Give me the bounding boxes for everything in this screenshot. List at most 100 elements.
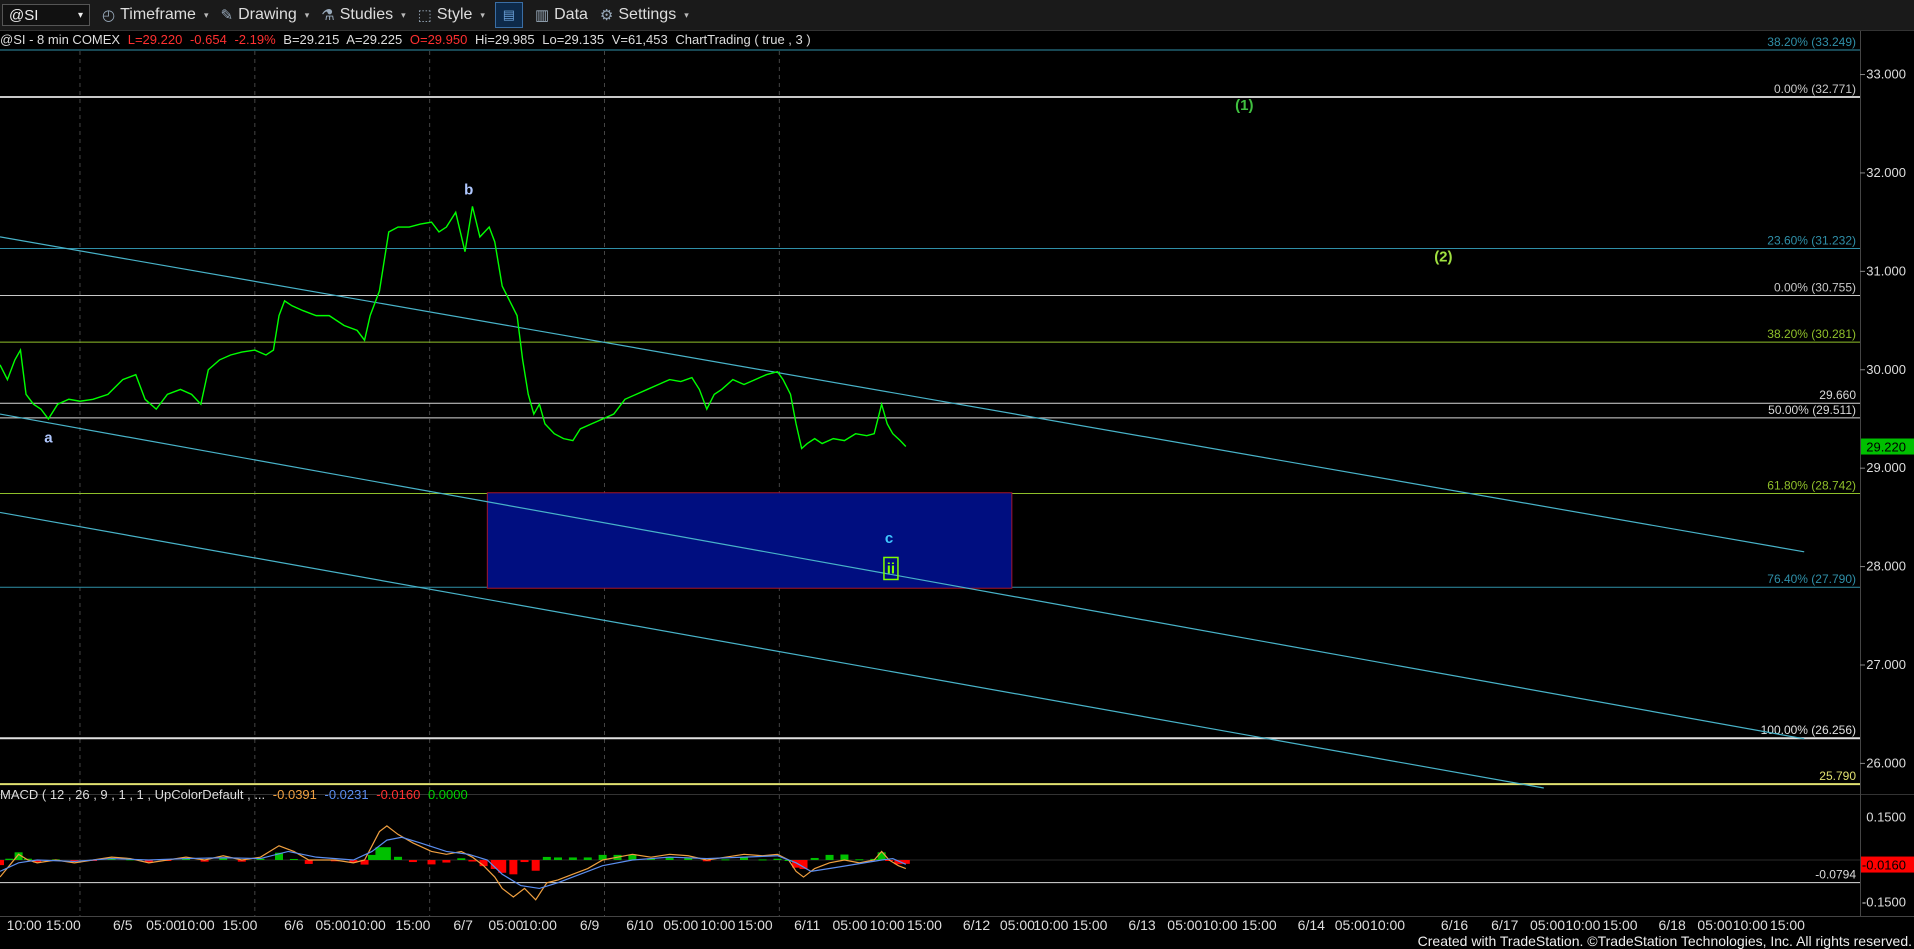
x-axis-tick-label: 10:00 [180, 917, 215, 933]
x-axis-tick-label: 10:00 [1565, 917, 1600, 933]
fib-level-label: 38.20% (33.249) [1767, 35, 1856, 49]
wave-label: a [44, 430, 53, 447]
layout-toggle-button[interactable]: ▤ [494, 2, 523, 28]
chevron-down-icon: ▾ [401, 9, 406, 20]
x-axis-tick-label: 15:00 [1242, 917, 1277, 933]
macd-histogram-bar [840, 854, 849, 860]
x-axis-tick-label: 6/6 [284, 917, 304, 933]
high-price: Hi=29.985 [474, 32, 535, 47]
macd-histogram-bar [758, 859, 767, 861]
x-axis-tick-label: 15:00 [222, 917, 257, 933]
chevron-down-icon: ▾ [304, 9, 310, 20]
x-axis-tick-label: 05:00 [315, 917, 350, 933]
macd-histogram-bar [5, 858, 14, 860]
drawing-menu[interactable]: ✎ Drawing ▾ [220, 6, 309, 24]
x-axis-tick-label: 10:00 [7, 917, 42, 933]
x-axis-tick-label: 10:00 [700, 917, 735, 933]
x-axis-tick-label: 6/13 [1128, 917, 1155, 933]
target-zone-box [486, 492, 1013, 589]
macd-histogram-bar [382, 847, 391, 860]
macd-histogram-bar [520, 860, 529, 863]
x-axis-tick-label: 15:00 [395, 917, 430, 933]
timeframe-label: Timeframe [120, 6, 196, 23]
y-axis-tick-label: 28.000 [1866, 559, 1906, 574]
clock-icon: ◴ [102, 7, 116, 24]
x-axis-tick-label: 05:00 [832, 917, 867, 933]
bid-price: B=29.215 [283, 32, 340, 47]
studies-label: Studies [339, 6, 394, 23]
macd-signal-line [0, 836, 907, 890]
x-axis-tick-label: 10:00 [870, 917, 905, 933]
macd-histogram-bar [568, 857, 577, 860]
timeframe-menu[interactable]: ◴ Timeframe ▾ [102, 6, 208, 24]
macd-histogram-bar [289, 858, 298, 860]
drawing-label: Drawing [238, 6, 297, 23]
x-axis-tick-label: 6/12 [963, 917, 990, 933]
x-axis-tick-label: 6/17 [1491, 917, 1518, 933]
chevron-down-icon: ▾ [480, 9, 485, 20]
macd-histogram-bar [408, 860, 417, 863]
studies-menu[interactable]: ⚗ Studies ▾ [321, 6, 405, 24]
macd-histogram-bar [368, 854, 376, 860]
fib-level-label: 25.790 [1819, 769, 1856, 783]
chevron-down-icon: ▾ [684, 9, 689, 20]
macd-histogram-bar [583, 857, 592, 860]
wave-label: ii [887, 560, 895, 577]
x-axis-tick-label: 05:00 [488, 917, 523, 933]
macd-diff-value: -0.0160 [376, 787, 421, 802]
fib-level-label: 29.660 [1819, 388, 1856, 402]
open-price: O=29.950 [409, 32, 468, 47]
net-change: -0.654 [189, 32, 227, 47]
macd-value: -0.0391 [272, 787, 317, 802]
y-axis-tick-label: 26.000 [1866, 755, 1906, 770]
x-axis-tick-label: 05:00 [1530, 917, 1565, 933]
x-axis-tick-label: 15:00 [46, 917, 81, 933]
macd-legend: MACD ( 12 , 26 , 9 , 1 , 1 , UpColorDefa… [0, 787, 472, 802]
macd-histogram-bar [554, 857, 562, 860]
fib-level-label: 61.80% (28.742) [1767, 479, 1856, 493]
fib-level-label: 0.00% (32.771) [1774, 82, 1856, 96]
x-axis-tick-label: 10:00 [522, 917, 557, 933]
macd-histogram-bar [219, 858, 228, 860]
macd-axis-label: -0.1500 [1862, 895, 1906, 910]
macd-histogram-bar [0, 860, 4, 866]
symbol-info: @SI - 8 min COMEX [0, 32, 121, 47]
y-axis-tick-label: 33.000 [1866, 67, 1906, 82]
wave-label: b [464, 182, 473, 199]
macd-line [0, 825, 907, 901]
chevron-down-icon: ▾ [203, 9, 209, 20]
fib-level-label: 38.20% (30.281) [1767, 327, 1856, 341]
settings-menu[interactable]: ⚙ Settings ▾ [600, 6, 689, 24]
status-line: @SI - 8 min COMEX L=29.220 -0.654 -2.19%… [0, 32, 815, 47]
macd-histogram-bar [531, 860, 540, 871]
x-axis-tick-label: 6/11 [794, 917, 820, 933]
settings-label: Settings [618, 6, 677, 23]
style-icon: ⬚ [417, 7, 432, 24]
fib-level-label: 100.00% (26.256) [1761, 723, 1856, 737]
x-axis-tick-label: 15:00 [738, 917, 773, 933]
x-axis-tick-label: 10:00 [1733, 917, 1768, 933]
x-axis-tick-label: 10:00 [1203, 917, 1238, 933]
chevron-down-icon: ▾ [77, 9, 83, 21]
x-axis-tick-label: 10:00 [1370, 917, 1405, 933]
data-menu[interactable]: ▥ Data [535, 6, 588, 24]
symbol-selector[interactable]: @SI ▾ [2, 4, 90, 26]
x-axis-tick-label: 6/18 [1659, 917, 1686, 933]
macd-histogram-bar [468, 860, 477, 862]
macd-histogram-bar [721, 859, 730, 861]
macd-histogram-bar [542, 856, 551, 860]
macd-histogram-bar [394, 856, 403, 860]
macd-histogram-bar [509, 860, 518, 875]
x-axis-tick-label: 6/9 [580, 917, 600, 933]
macd-histogram-bar [773, 858, 782, 860]
chart-toolbar: @SI ▾ ◴ Timeframe ▾ ✎ Drawing ▾ ⚗ Studie… [0, 0, 1914, 31]
flask-icon: ⚗ [321, 7, 335, 24]
style-menu[interactable]: ⬚ Style ▾ [418, 6, 485, 24]
x-axis-tick-label: 15:00 [907, 917, 942, 933]
x-axis-tick-label: 15:00 [1603, 917, 1638, 933]
y-axis-tick-label: 29.000 [1866, 460, 1906, 475]
style-label: Style [436, 6, 473, 23]
x-axis-tick-label: 05:00 [1000, 917, 1035, 933]
y-axis-tick-label: 27.000 [1866, 657, 1906, 672]
symbol-value: @SI [9, 6, 39, 24]
